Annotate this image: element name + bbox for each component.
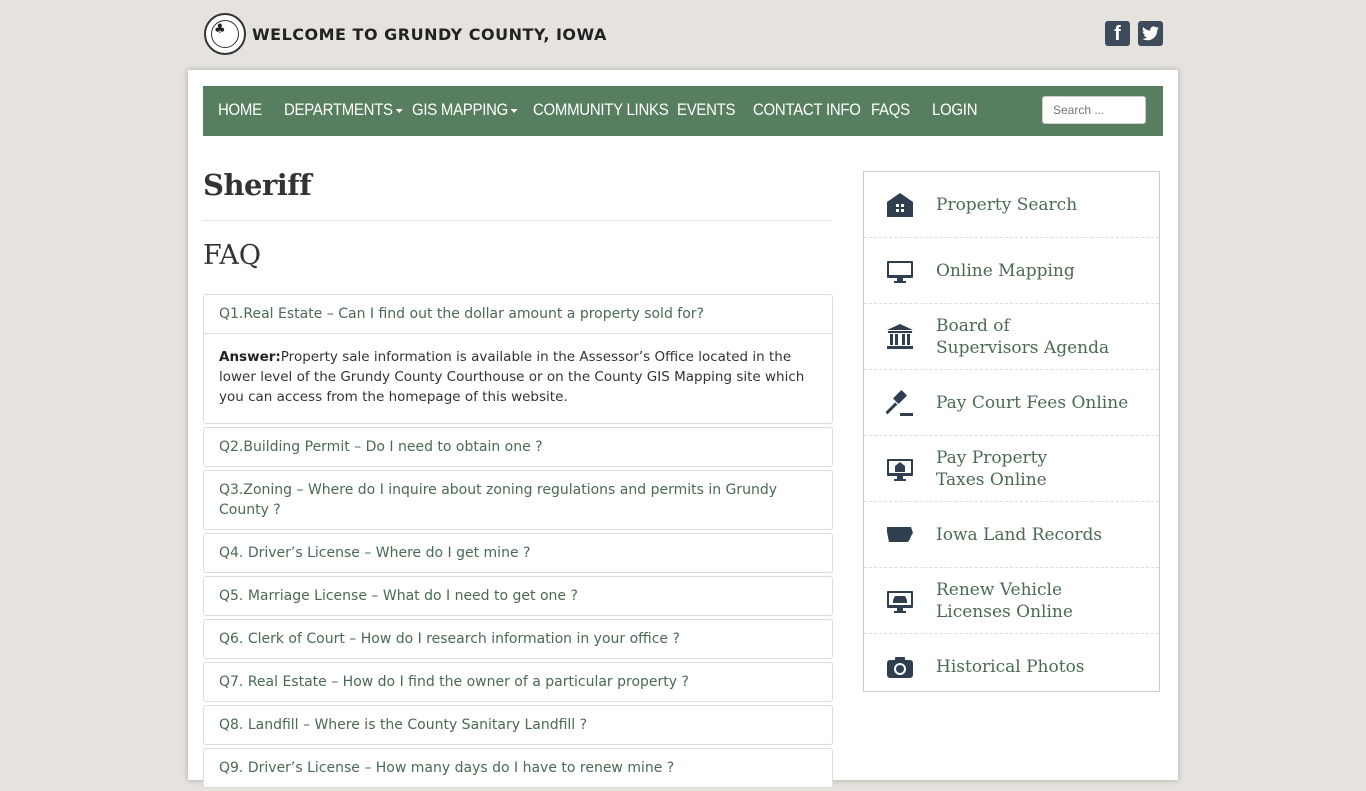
quick-link-vehicle-licenses[interactable]: Renew Vehicle Licenses Online <box>864 568 1159 634</box>
page-title: Sheriff <box>203 168 312 202</box>
quick-link-property-taxes[interactable]: Pay Property Taxes Online <box>864 436 1159 502</box>
twitter-icon[interactable] <box>1138 21 1163 46</box>
faq-question[interactable]: Q8. Landfill – Where is the County Sanit… <box>204 706 832 744</box>
monitor-car-icon <box>887 590 913 613</box>
iowa-map-icon <box>887 526 913 542</box>
faq-question[interactable]: Q3.Zoning – Where do I inquire about zon… <box>204 471 832 529</box>
quick-links-panel: Property Search Online Mapping Board of … <box>863 171 1160 692</box>
faq-question[interactable]: Q1.Real Estate – Can I find out the doll… <box>204 295 832 333</box>
top-bar: ♣ WELCOME TO GRUNDY COUNTY, IOWA f <box>0 0 1366 70</box>
faq-item: Q7. Real Estate – How do I find the owne… <box>203 662 833 702</box>
faq-item: Q1.Real Estate – Can I find out the doll… <box>203 294 833 424</box>
quick-link-label: Board of Supervisors Agenda <box>936 315 1110 358</box>
faq-heading: FAQ <box>203 240 262 271</box>
quick-link-label: Online Mapping <box>936 260 1075 281</box>
faq-item: Q9. Driver’s License – How many days do … <box>203 748 833 788</box>
faq-question[interactable]: Q6. Clerk of Court – How do I research i… <box>204 620 832 658</box>
quick-link-land-records[interactable]: Iowa Land Records <box>864 502 1159 568</box>
answer-text: Property sale information is available i… <box>219 349 805 405</box>
quick-link-property-search[interactable]: Property Search <box>864 172 1159 238</box>
faq-item: Q3.Zoning – Where do I inquire about zon… <box>203 470 833 530</box>
gavel-icon <box>886 389 913 416</box>
quick-link-label: Pay Property Taxes Online <box>936 447 1048 490</box>
chevron-down-icon <box>395 108 403 113</box>
house-icon <box>887 192 913 217</box>
quick-link-label: Property Search <box>936 194 1078 215</box>
quick-link-historical-photos[interactable]: Historical Photos <box>864 634 1159 699</box>
faq-item: Q2.Building Permit – Do I need to obtain… <box>203 427 833 467</box>
title-divider <box>203 220 832 221</box>
quick-link-label: Historical Photos <box>936 656 1085 677</box>
faq-item: Q6. Clerk of Court – How do I research i… <box>203 619 833 659</box>
faq-answer: Answer:Property sale information is avai… <box>204 333 832 423</box>
site-title[interactable]: WELCOME TO GRUNDY COUNTY, IOWA <box>252 25 607 44</box>
faq-item: Q8. Landfill – Where is the County Sanit… <box>203 705 833 745</box>
courthouse-icon <box>887 323 913 349</box>
faq-item: Q5. Marriage License – What do I need to… <box>203 576 833 616</box>
faq-question[interactable]: Q9. Driver’s License – How many days do … <box>204 749 832 787</box>
quick-link-label: Iowa Land Records <box>936 524 1103 545</box>
quick-link-label: Renew Vehicle Licenses Online <box>936 579 1073 622</box>
quick-link-label: Pay Court Fees Online <box>936 392 1129 413</box>
facebook-icon[interactable]: f <box>1105 21 1130 46</box>
faq-question[interactable]: Q7. Real Estate – How do I find the owne… <box>204 663 832 701</box>
faq-question[interactable]: Q5. Marriage License – What do I need to… <box>204 577 832 615</box>
county-seal-logo[interactable]: ♣ <box>204 13 246 55</box>
monitor-house-icon <box>887 458 913 481</box>
nav-faqs[interactable]: FAQS <box>871 100 910 120</box>
nav-community-links[interactable]: COMMUNITY LINKS <box>533 100 669 120</box>
quick-link-online-mapping[interactable]: Online Mapping <box>864 238 1159 304</box>
nav-login[interactable]: LOGIN <box>932 100 978 120</box>
faq-item: Q4. Driver’s License – Where do I get mi… <box>203 533 833 573</box>
main-navbar: HOME DEPARTMENTS GIS MAPPING COMMUNITY L… <box>203 86 1163 136</box>
quick-link-court-fees[interactable]: Pay Court Fees Online <box>864 370 1159 436</box>
search-input[interactable] <box>1042 96 1146 124</box>
nav-home[interactable]: HOME <box>218 100 262 120</box>
page-container: HOME DEPARTMENTS GIS MAPPING COMMUNITY L… <box>188 70 1178 788</box>
faq-question[interactable]: Q2.Building Permit – Do I need to obtain… <box>204 428 832 466</box>
camera-icon <box>887 656 913 678</box>
quick-link-board-agenda[interactable]: Board of Supervisors Agenda <box>864 304 1159 370</box>
nav-contact-info[interactable]: CONTACT INFO <box>753 100 861 120</box>
nav-gis-mapping[interactable]: GIS MAPPING <box>412 100 518 120</box>
nav-events[interactable]: EVENTS <box>677 100 736 120</box>
nav-departments[interactable]: DEPARTMENTS <box>284 100 403 120</box>
monitor-icon <box>887 260 913 283</box>
faq-list: Q1.Real Estate – Can I find out the doll… <box>203 294 833 791</box>
chevron-down-icon <box>510 108 518 113</box>
answer-label: Answer: <box>219 349 281 365</box>
faq-question[interactable]: Q4. Driver’s License – Where do I get mi… <box>204 534 832 572</box>
